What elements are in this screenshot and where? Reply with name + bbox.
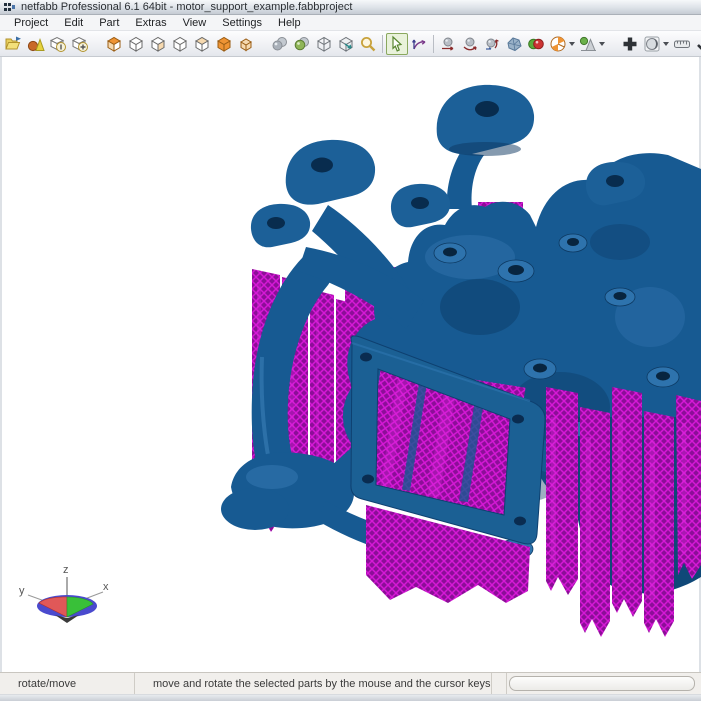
view-back-icon[interactable] xyxy=(125,33,147,55)
analysis-cone-icon[interactable] xyxy=(577,33,599,55)
new-platform-icon[interactable] xyxy=(47,33,69,55)
model-motor-support[interactable]: z y x xyxy=(0,57,701,672)
status-hint: move and rotate the selected parts by th… xyxy=(153,677,491,690)
viewport-3d[interactable]: z y x xyxy=(0,57,701,672)
menu-item-extras[interactable]: Extras xyxy=(127,16,174,30)
view-isometric-icon[interactable] xyxy=(103,33,125,55)
wireframe-cube-icon[interactable] xyxy=(313,33,335,55)
shading-selected-icon[interactable] xyxy=(291,33,313,55)
add-plus-icon[interactable] xyxy=(619,33,641,55)
dropdown-caret[interactable] xyxy=(599,41,605,46)
menu-item-part[interactable]: Part xyxy=(91,16,127,30)
menu-item-settings[interactable]: Settings xyxy=(214,16,270,30)
slices-pie-icon[interactable] xyxy=(547,33,569,55)
open-project-icon[interactable] xyxy=(3,33,25,55)
netfabb-logo-icon xyxy=(4,3,15,11)
rotate-x-icon[interactable] xyxy=(437,33,459,55)
rotate-y-icon[interactable] xyxy=(459,33,481,55)
status-spacer xyxy=(492,673,507,694)
toolbar-separator xyxy=(382,34,383,53)
axis-label-y: y xyxy=(19,585,25,597)
view-right-icon[interactable] xyxy=(191,33,213,55)
menu-item-view[interactable]: View xyxy=(175,16,215,30)
status-hint-panel: move and rotate the selected parts by th… xyxy=(135,673,492,694)
snapshot-cube-icon[interactable] xyxy=(335,33,357,55)
rotate-z-icon[interactable] xyxy=(481,33,503,55)
window-bottom-frame xyxy=(0,694,701,701)
dropdown-caret[interactable] xyxy=(663,41,669,46)
zoom-icon[interactable] xyxy=(357,33,379,55)
status-mode-panel: rotate/move xyxy=(0,673,135,694)
measure-ruler-icon[interactable] xyxy=(671,33,693,55)
progress-bar xyxy=(509,676,695,691)
collision-spheres-icon[interactable] xyxy=(525,33,547,55)
axis-label-z: z xyxy=(63,564,69,576)
status-mode: rotate/move xyxy=(18,677,77,690)
render-moon-icon[interactable] xyxy=(641,33,663,55)
dropdown-caret[interactable] xyxy=(569,41,575,46)
menu-item-edit[interactable]: Edit xyxy=(56,16,91,30)
menubar: Project Edit Part Extras View Settings H… xyxy=(0,15,701,31)
add-part-icon[interactable] xyxy=(25,33,47,55)
shading-spheres-icon[interactable] xyxy=(269,33,291,55)
view-bottom-icon[interactable] xyxy=(235,33,257,55)
toolbar-separator xyxy=(433,34,434,53)
view-top-icon[interactable] xyxy=(213,33,235,55)
menu-item-project[interactable]: Project xyxy=(6,16,56,30)
titlebar[interactable]: netfabb Professional 6.1 64bit - motor_s… xyxy=(0,0,701,15)
view-front-icon[interactable] xyxy=(169,33,191,55)
select-cursor-icon[interactable] xyxy=(386,32,408,55)
netfabb-window: netfabb Professional 6.1 64bit - motor_s… xyxy=(0,0,701,701)
axis-label-x: x xyxy=(103,581,109,593)
window-title: netfabb Professional 6.1 64bit - motor_s… xyxy=(21,0,353,13)
mesh-polygon-icon[interactable] xyxy=(503,33,525,55)
apply-check-icon[interactable] xyxy=(693,33,701,55)
statusbar: rotate/move move and rotate the selected… xyxy=(0,672,701,694)
axis-indicator: z y x xyxy=(19,564,109,623)
add-platform-icon[interactable] xyxy=(69,33,91,55)
view-left-icon[interactable] xyxy=(147,33,169,55)
toolbar xyxy=(0,31,701,57)
menu-item-help[interactable]: Help xyxy=(270,16,309,30)
transform-axes-icon[interactable] xyxy=(408,33,430,55)
